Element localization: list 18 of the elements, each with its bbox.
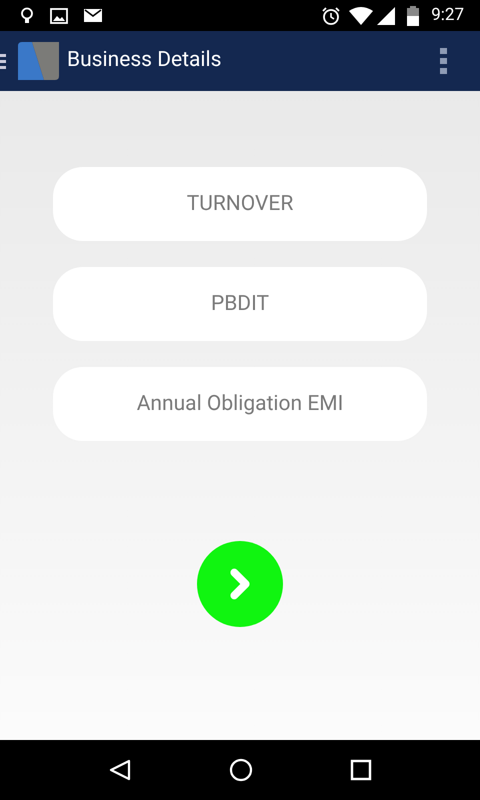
recents-icon[interactable] bbox=[350, 759, 372, 781]
mail-icon bbox=[84, 9, 102, 22]
status-time: 9:27 bbox=[431, 4, 464, 27]
input-field[interactable]: PBDIT bbox=[53, 267, 427, 341]
input-field[interactable]: Annual Obligation EMI bbox=[53, 367, 427, 441]
back-icon[interactable] bbox=[108, 758, 132, 782]
wifi-icon bbox=[349, 6, 374, 24]
signal-icon bbox=[377, 6, 396, 24]
alarm-icon bbox=[321, 6, 342, 26]
screen-title: Business Details bbox=[67, 47, 222, 74]
battery-icon bbox=[407, 6, 420, 26]
home-icon[interactable] bbox=[228, 758, 253, 782]
menu-icon[interactable] bbox=[0, 51, 6, 71]
app-logo-icon bbox=[18, 42, 59, 80]
image-icon bbox=[50, 8, 68, 24]
overflow-menu-icon[interactable] bbox=[440, 48, 447, 74]
input-field[interactable]: TURNOVER bbox=[53, 167, 427, 241]
lightbulb-icon bbox=[20, 6, 34, 24]
